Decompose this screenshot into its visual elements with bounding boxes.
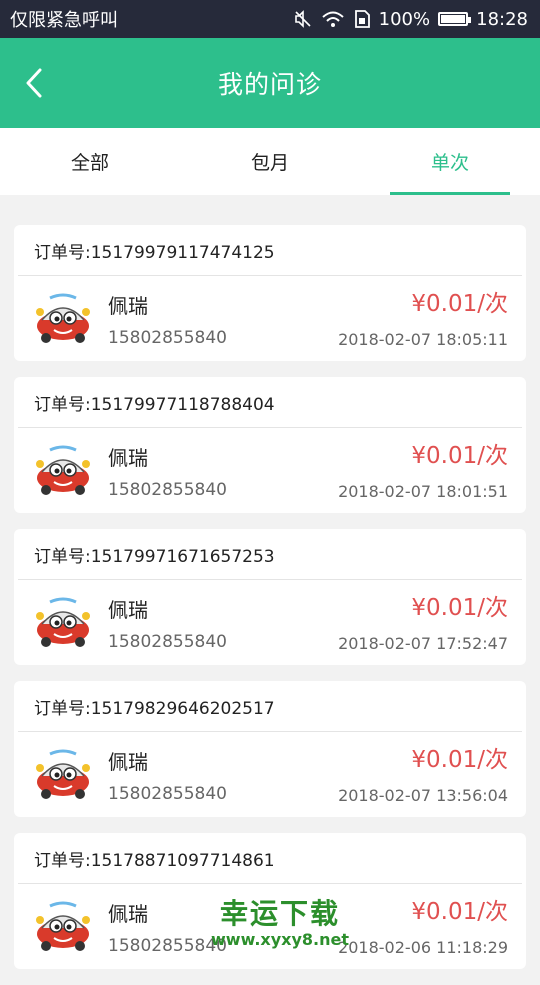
order-time: 2018-02-07 18:01:51 [338,482,508,501]
battery-icon [438,12,472,26]
page-title: 我的问诊 [217,70,322,99]
patient-phone: 15802855840 [108,784,227,804]
patient-name: 佩瑞 [108,902,148,926]
order-price: ¥0.01/次 [411,747,508,773]
patient-phone: 15802855840 [108,480,227,500]
order-number: 订单号:15179979117474125 [18,225,522,276]
patient-name: 佩瑞 [108,446,148,470]
order-price: ¥0.01/次 [411,291,508,317]
order-number: 订单号:15179977118788404 [18,377,522,428]
order-price: ¥0.01/次 [411,443,508,469]
order-price: ¥0.01/次 [411,595,508,621]
order-card[interactable]: 订单号:15179829646202517 佩瑞 15802855840 ¥0.… [14,681,526,817]
order-body: 佩瑞 15802855840 ¥0.01/次 2018-02-07 13:56:… [14,732,526,817]
patient-name: 佩瑞 [108,598,148,622]
order-card[interactable]: 订单号:15179977118788404 佩瑞 15802855840 ¥0.… [14,377,526,513]
status-icons: 100% 18:28 [293,9,528,30]
tab-all[interactable]: 全部 [0,128,180,195]
order-number: 订单号:15179829646202517 [18,681,522,732]
car-avatar-icon [36,293,90,343]
order-number: 订单号:15179971671657253 [18,529,522,580]
patient-name: 佩瑞 [108,294,148,318]
order-list: 订单号:15179979117474125 佩瑞 15802855840 ¥0.… [14,225,526,985]
order-price: ¥0.01/次 [411,899,508,925]
clock: 18:28 [476,8,528,30]
order-number: 订单号:15178871097714861 [18,833,522,884]
car-avatar-icon [36,445,90,495]
order-body: 佩瑞 15802855840 ¥0.01/次 2018-02-07 18:01:… [14,428,526,513]
tab-label: 单次 [430,152,469,174]
tab-single[interactable]: 单次 [360,128,540,195]
order-time: 2018-02-06 11:18:29 [338,938,508,957]
order-time: 2018-02-07 13:56:04 [338,786,508,805]
order-card[interactable]: 订单号:15179971671657253 佩瑞 15802855840 ¥0.… [14,529,526,665]
battery-percent: 100% [378,8,431,30]
tab-bar: 全部 包月 单次 [0,128,540,195]
tab-label: 全部 [70,152,109,174]
sim-icon [353,9,371,29]
back-arrow-icon [26,68,42,98]
carrier-text: 仅限紧急呼叫 [10,10,118,31]
patient-phone: 15802855840 [108,328,227,348]
mute-icon [293,9,313,29]
active-tab-indicator [390,192,510,195]
tab-monthly[interactable]: 包月 [180,128,360,195]
order-body: 佩瑞 15802855840 ¥0.01/次 2018-02-07 17:52:… [14,580,526,665]
status-bar: 仅限紧急呼叫 100% 18:28 [0,0,540,38]
wifi-icon [321,9,345,29]
car-avatar-icon [36,597,90,647]
tab-label: 包月 [250,152,289,174]
order-card[interactable]: 订单号:15179979117474125 佩瑞 15802855840 ¥0.… [14,225,526,361]
patient-phone: 15802855840 [108,632,227,652]
order-card[interactable]: 订单号:15178871097714861 佩瑞 15802855840 ¥0.… [14,833,526,969]
order-time: 2018-02-07 18:05:11 [338,330,508,349]
order-body: 佩瑞 15802855840 ¥0.01/次 2018-02-07 18:05:… [14,276,526,361]
patient-phone: 15802855840 [108,936,227,956]
app-bar: 我的问诊 [0,38,540,128]
car-avatar-icon [36,749,90,799]
patient-name: 佩瑞 [108,750,148,774]
order-body: 佩瑞 15802855840 ¥0.01/次 2018-02-06 11:18:… [14,884,526,969]
back-button[interactable] [12,56,56,110]
order-time: 2018-02-07 17:52:47 [338,634,508,653]
car-avatar-icon [36,901,90,951]
